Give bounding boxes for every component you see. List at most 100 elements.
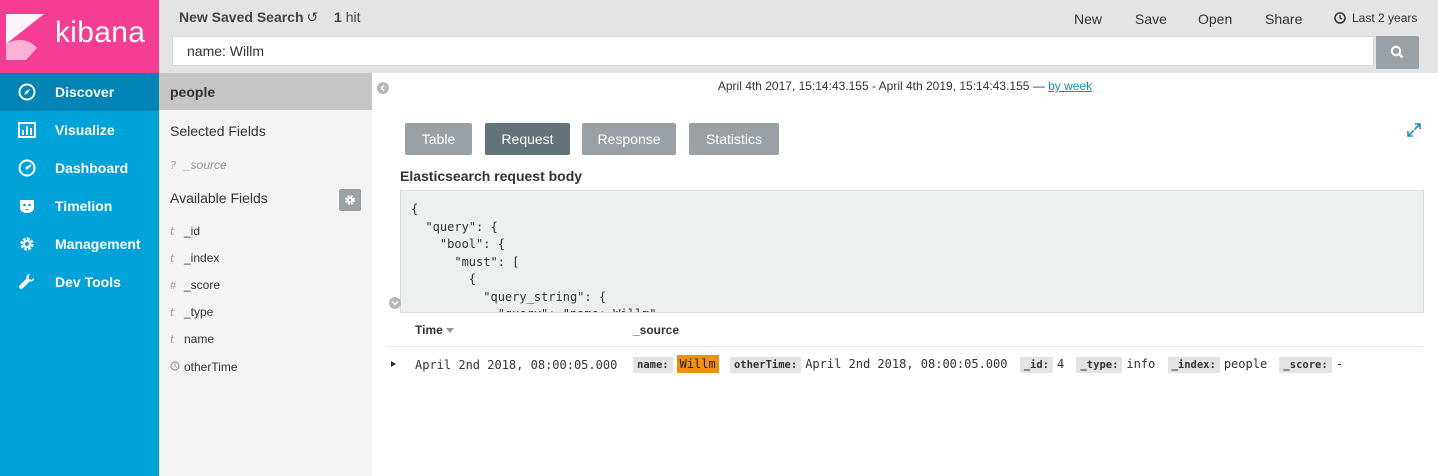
field-item-source[interactable]: ? _source bbox=[170, 158, 227, 172]
field-settings-button[interactable] bbox=[339, 189, 361, 211]
field-type-icon: t bbox=[170, 333, 175, 346]
field-type-icon: t bbox=[170, 252, 175, 265]
nav-item-dashboard[interactable]: Dashboard bbox=[0, 149, 159, 187]
time-range-text: April 4th 2017, 15:14:43.155 - April 4th… bbox=[717, 79, 1045, 93]
wrench-icon bbox=[18, 274, 34, 290]
field-item-name[interactable]: t name bbox=[170, 332, 214, 346]
field-sidebar: people Selected Fields ? _source Availabl… bbox=[159, 73, 372, 476]
row-time: April 2nd 2018, 08:00:05.000 bbox=[415, 358, 618, 372]
hit-count: 1 hit bbox=[334, 9, 360, 25]
tab-response[interactable]: Response bbox=[582, 123, 676, 155]
time-range-label: April 4th 2017, 15:14:43.155 - April 4th… bbox=[372, 79, 1438, 93]
field-name: _index bbox=[184, 251, 220, 265]
share-button[interactable]: Share bbox=[1265, 11, 1302, 27]
search-button[interactable] bbox=[1376, 36, 1419, 69]
tab-statistics[interactable]: Statistics bbox=[689, 123, 779, 155]
expand-icon[interactable] bbox=[1407, 123, 1421, 137]
source-value: - bbox=[1335, 357, 1343, 371]
selected-fields-heading: Selected Fields bbox=[170, 123, 266, 139]
compass-icon bbox=[18, 83, 36, 101]
source-key: _id: bbox=[1019, 357, 1054, 373]
expand-row-icon[interactable] bbox=[391, 361, 396, 367]
reset-search-icon[interactable]: ↺ bbox=[307, 9, 319, 25]
time-picker-label: Last 2 years bbox=[1352, 11, 1418, 25]
source-key: _index: bbox=[1167, 357, 1220, 373]
source-value: April 2nd 2018, 08:00:05.000 bbox=[805, 357, 1008, 371]
source-value: 4 bbox=[1057, 357, 1065, 371]
kibana-logo[interactable]: kibana bbox=[0, 0, 159, 73]
nav-label: Discover bbox=[55, 84, 115, 100]
dashboard-gauge-icon bbox=[18, 159, 36, 177]
nav-item-management[interactable]: Management bbox=[0, 225, 159, 263]
clock-icon bbox=[1334, 12, 1346, 24]
available-fields-heading: Available Fields bbox=[170, 190, 268, 206]
nav-label: Dev Tools bbox=[55, 274, 121, 290]
nav-item-timelion[interactable]: Timelion bbox=[0, 187, 159, 225]
request-code-block[interactable]: { "query": { "bool": { "must": [ { "quer… bbox=[400, 190, 1424, 313]
field-item-othertime[interactable]: otherTime bbox=[170, 360, 238, 374]
field-type-icon: # bbox=[170, 280, 177, 292]
time-picker[interactable]: Last 2 years bbox=[1334, 11, 1417, 25]
column-header-time[interactable]: Time bbox=[415, 323, 454, 337]
logo-text: kibana bbox=[55, 16, 146, 49]
tab-table[interactable]: Table bbox=[405, 123, 472, 155]
clock-icon bbox=[170, 361, 184, 374]
field-type-icon: t bbox=[170, 225, 175, 238]
discover-main: April 4th 2017, 15:14:43.155 - April 4th… bbox=[372, 73, 1438, 476]
nav-label: Management bbox=[55, 236, 141, 252]
nav-label: Visualize bbox=[55, 122, 115, 138]
hit-count-number: 1 bbox=[334, 9, 342, 25]
index-pattern-name: people bbox=[170, 84, 216, 100]
source-value: info bbox=[1126, 357, 1156, 371]
saved-search-title-text: New Saved Search bbox=[179, 9, 304, 25]
nav-label: Timelion bbox=[55, 198, 113, 214]
source-key: otherTime: bbox=[729, 357, 802, 373]
hit-count-label: hit bbox=[345, 9, 361, 25]
bar-chart-icon bbox=[18, 122, 36, 138]
field-item-score[interactable]: # _score bbox=[170, 278, 220, 292]
field-name: otherTime bbox=[184, 360, 238, 374]
nav-item-visualize[interactable]: Visualize bbox=[0, 111, 159, 149]
nav-label: Dashboard bbox=[55, 160, 129, 176]
save-button[interactable]: Save bbox=[1135, 11, 1167, 27]
collapse-chart-icon[interactable] bbox=[389, 297, 401, 309]
field-name: _type bbox=[184, 305, 214, 319]
new-button[interactable]: New bbox=[1074, 11, 1102, 27]
open-button[interactable]: Open bbox=[1198, 11, 1232, 27]
field-name: _score bbox=[184, 278, 221, 292]
interval-link[interactable]: by week bbox=[1048, 79, 1092, 93]
field-type-icon: ? bbox=[170, 159, 176, 172]
source-value: people bbox=[1223, 357, 1268, 371]
index-pattern-selector[interactable]: people bbox=[159, 73, 372, 110]
search-input[interactable] bbox=[172, 36, 1374, 66]
column-header-source: _source bbox=[633, 323, 680, 337]
row-source: name: Willm otherTime: April 2nd 2018, 08:… bbox=[633, 355, 1348, 373]
kibana-logo-icon bbox=[6, 14, 44, 60]
nav-item-discover[interactable]: Discover bbox=[0, 73, 159, 111]
header-divider bbox=[387, 346, 1423, 347]
source-key: _type: bbox=[1076, 357, 1123, 373]
timelion-icon bbox=[20, 200, 34, 213]
request-body-title: Elasticsearch request body bbox=[400, 168, 583, 184]
saved-search-title: New Saved Search ↺ bbox=[179, 9, 318, 26]
field-type-icon: t bbox=[170, 306, 175, 319]
tab-request[interactable]: Request bbox=[485, 123, 570, 155]
field-item-id[interactable]: t _id bbox=[170, 224, 200, 238]
field-name: name bbox=[184, 332, 215, 346]
source-key: _score: bbox=[1279, 357, 1332, 373]
top-bar: New Saved Search ↺ 1 hit New Save Open Sh… bbox=[159, 0, 1438, 73]
table-row[interactable]: April 2nd 2018, 08:00:05.000 name: Willm … bbox=[372, 355, 1438, 380]
source-key: name: bbox=[633, 357, 673, 373]
field-name: _source bbox=[184, 158, 227, 172]
column-header-time-label: Time bbox=[415, 323, 443, 337]
field-item-index[interactable]: t _index bbox=[170, 251, 219, 265]
gear-icon bbox=[345, 195, 355, 205]
field-name: _id bbox=[184, 224, 201, 238]
search-icon bbox=[1390, 45, 1404, 59]
field-item-type[interactable]: t _type bbox=[170, 305, 213, 319]
gear-icon bbox=[20, 237, 34, 251]
sort-desc-icon[interactable] bbox=[445, 328, 454, 333]
request-code: { "query": { "bool": { "must": [ { "quer… bbox=[411, 202, 664, 312]
source-value-highlight: Willm bbox=[676, 355, 719, 373]
nav-item-dev-tools[interactable]: Dev Tools bbox=[0, 263, 159, 301]
